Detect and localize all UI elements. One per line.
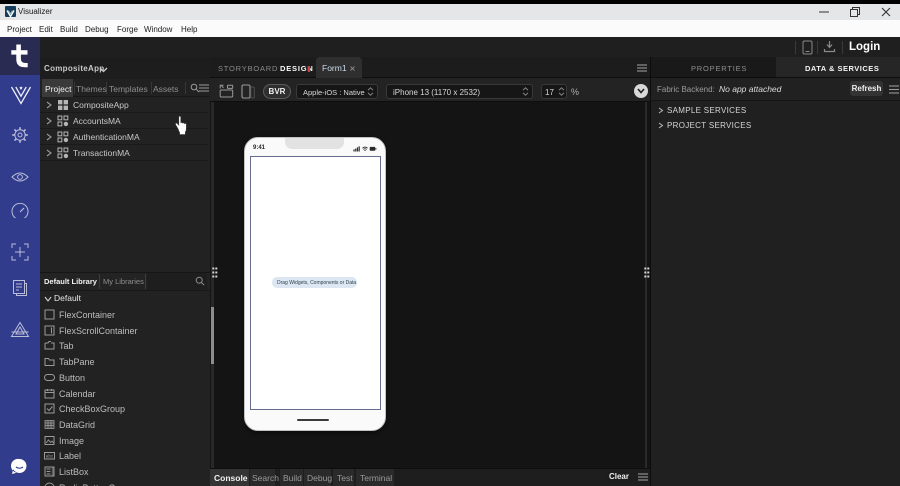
svg-text:abc: abc [46,454,54,459]
